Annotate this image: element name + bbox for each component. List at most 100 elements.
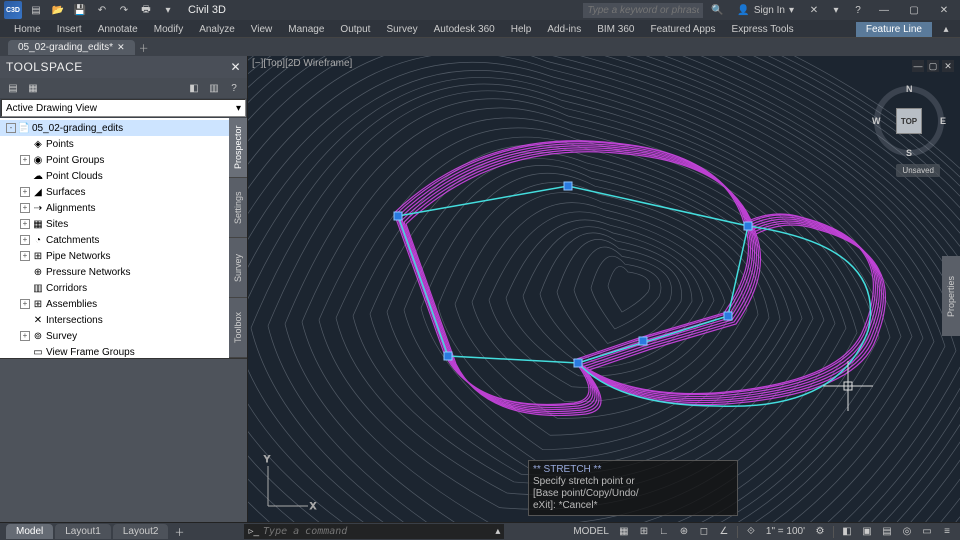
search-input[interactable] [583,3,703,18]
tree-node[interactable]: +⊞Pipe Networks [0,248,229,264]
scale-label[interactable]: 1" = 100' [764,525,807,539]
viewcube-menu[interactable]: Unsaved [896,164,940,177]
context-tab-feature-line[interactable]: Feature Line [856,22,932,37]
grip[interactable] [724,312,733,321]
viewcube-top[interactable]: TOP [896,108,922,134]
qat-print-icon[interactable]: 🖶 [138,2,154,18]
help-dropdown-icon[interactable]: ▾ [828,2,844,18]
tab-insert[interactable]: Insert [49,22,90,37]
tree-node[interactable]: ☁Point Clouds [0,168,229,184]
status-extra-1[interactable]: ◧ [840,525,854,539]
ts-tool-3[interactable]: ◧ [187,81,201,95]
qat-redo-icon[interactable]: ↷ [116,2,132,18]
tab-annotate[interactable]: Annotate [90,22,146,37]
qat-dropdown-icon[interactable]: ▾ [160,2,176,18]
tree-node[interactable]: -📄05_02-grading_edits [0,120,229,136]
tab-output[interactable]: Output [332,22,378,37]
layout-add-icon[interactable]: ＋ [174,524,184,539]
viewcube[interactable]: TOP N S E W [874,86,944,156]
gear-icon[interactable]: ⚙ [813,525,827,539]
tab-express-tools[interactable]: Express Tools [724,22,802,37]
tree-expander-icon[interactable]: + [20,299,30,309]
tab-view[interactable]: View [243,22,281,37]
tree-node[interactable]: +⇢Alignments [0,200,229,216]
tab-help[interactable]: Help [503,22,540,37]
toolspace-tree[interactable]: -📄05_02-grading_edits◈Points+◉Point Grou… [0,118,229,358]
tree-expander-icon[interactable]: + [20,235,30,245]
tree-expander-icon[interactable]: + [20,251,30,261]
tree-expander-icon[interactable]: + [20,219,30,229]
tree-expander-icon[interactable]: + [20,155,30,165]
status-extra-3[interactable]: ▤ [880,525,894,539]
isolate-icon[interactable]: ◎ [900,525,914,539]
grip[interactable] [639,337,648,346]
file-tab-active[interactable]: 05_02-grading_edits* ✕ [8,40,135,55]
tab-modify[interactable]: Modify [146,22,191,37]
tree-expander-icon[interactable]: + [20,203,30,213]
tab-home[interactable]: Home [6,22,49,37]
tree-node[interactable]: ✕Intersections [0,312,229,328]
tree-node[interactable]: ▭View Frame Groups [0,344,229,358]
grip[interactable] [744,222,753,231]
drawing-viewport[interactable]: [−][Top][2D Wireframe] — ▢ ✕ [248,56,960,522]
snap-icon[interactable]: ⊞ [637,525,651,539]
ts-tool-4[interactable]: ▥ [207,81,221,95]
help-icon[interactable]: ? [850,2,866,18]
toolspace-view-dropdown[interactable]: Active Drawing View ▾ [1,99,246,117]
status-extra-2[interactable]: ▣ [860,525,874,539]
qat-undo-icon[interactable]: ↶ [94,2,110,18]
cleanscreen-icon[interactable]: ▭ [920,525,934,539]
tab-manage[interactable]: Manage [280,22,332,37]
polar-icon[interactable]: ⊛ [677,525,691,539]
command-icon[interactable]: ▹_ [248,526,259,537]
tab-survey[interactable]: Survey [378,22,425,37]
ribbon-collapse-icon[interactable]: ▴ [938,21,954,37]
tree-node[interactable]: +⊞Assemblies [0,296,229,312]
tree-node[interactable]: ⊕Pressure Networks [0,264,229,280]
exchange-icon[interactable]: ✕ [806,2,822,18]
command-menu-icon[interactable]: ▴ [495,526,500,537]
infocenter-icon[interactable]: 🔍 [709,2,725,18]
tree-node[interactable]: +◉Point Groups [0,152,229,168]
file-tab-close-icon[interactable]: ✕ [117,42,125,53]
status-model[interactable]: MODEL [571,525,611,539]
layout-tab-2[interactable]: Layout2 [113,524,169,539]
tree-expander-icon[interactable]: - [6,123,16,133]
toolspace-close-icon[interactable]: ✕ [230,60,241,74]
viewcube-e[interactable]: E [940,116,946,126]
viewcube-w[interactable]: W [872,116,881,126]
tree-node[interactable]: ▥Corridors [0,280,229,296]
ts-tool-2[interactable]: ▦ [26,81,40,95]
properties-palette-tab[interactable]: Properties [942,256,960,336]
layout-tab-1[interactable]: Layout1 [55,524,111,539]
tree-expander-icon[interactable]: + [20,187,30,197]
tab-addins[interactable]: Add-ins [539,22,589,37]
layout-tab-model[interactable]: Model [6,524,53,539]
maximize-button[interactable]: ▢ [902,2,926,18]
tree-node[interactable]: +◔Catchments [0,232,229,248]
viewcube-s[interactable]: S [906,148,912,158]
tab-featured-apps[interactable]: Featured Apps [642,22,723,37]
tree-node[interactable]: ◈Points [0,136,229,152]
tree-node[interactable]: +◢Surfaces [0,184,229,200]
ortho-icon[interactable]: ∟ [657,525,671,539]
command-input[interactable] [263,526,491,537]
grip[interactable] [394,212,403,221]
grip[interactable] [564,182,573,191]
tree-node[interactable]: +▦Sites [0,216,229,232]
viewcube-n[interactable]: N [906,84,913,94]
qat-open-icon[interactable]: 📂 [50,2,66,18]
grip[interactable] [444,352,453,361]
tree-node[interactable]: +⊚Survey [0,328,229,344]
minimize-button[interactable]: — [872,2,896,18]
qat-new-icon[interactable]: ▤ [28,2,44,18]
tab-autodesk360[interactable]: Autodesk 360 [426,22,503,37]
osnap-icon[interactable]: ◻ [697,525,711,539]
annoscale-icon[interactable]: ⟐ [744,525,758,539]
grid-icon[interactable]: ▦ [617,525,631,539]
ts-tool-5[interactable]: ? [227,81,241,95]
side-tab-prospector[interactable]: Prospector [229,118,247,178]
side-tab-toolbox[interactable]: Toolbox [229,298,247,358]
grip[interactable] [574,359,583,368]
custom-icon[interactable]: ≡ [940,525,954,539]
